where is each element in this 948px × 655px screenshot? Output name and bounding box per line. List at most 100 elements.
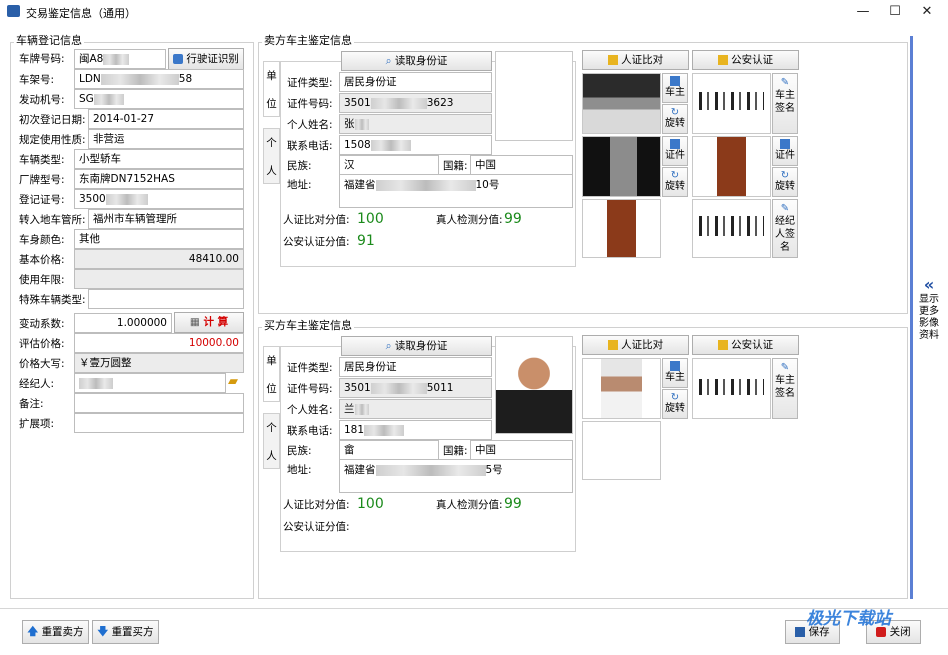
buyer-nation-input[interactable]: 畲 [339, 440, 439, 460]
seller-name-label: 个人姓名: [287, 119, 333, 131]
transfer-input[interactable]: 福州市车辆管理所 [88, 209, 244, 229]
buyer-read-id-button[interactable]: ⌕ 读取身份证 [341, 336, 492, 356]
coef-input[interactable]: 1.000000 [74, 313, 172, 333]
buyer-compare-button[interactable]: 人证比对 [582, 335, 689, 355]
engine-input[interactable]: SG [74, 89, 244, 109]
seller-country-input[interactable]: 中国 [470, 155, 573, 175]
seller-phone-label: 联系电话: [287, 140, 333, 152]
ocr-license-button[interactable]: 行驶证识别 [168, 48, 244, 70]
buyer-owner-button[interactable]: 车主 [662, 358, 688, 388]
seller-police-button[interactable]: 公安认证 [692, 50, 799, 70]
seller-name-value: 张 [339, 114, 492, 134]
seller-section-title: 卖方车主鉴定信息 [262, 34, 354, 47]
buyer-liveness-score: 99 [504, 496, 522, 512]
first-reg-label: 初次登记日期: [19, 114, 86, 126]
buyer-match-label: 人证比对分值: [283, 499, 350, 511]
buyer-match-score: 100 [357, 496, 384, 512]
app-icon [7, 5, 20, 17]
seller-owner-button[interactable]: 车主 [662, 73, 688, 103]
save-icon [795, 627, 806, 637]
buyer-tab-person[interactable]: 个人 [263, 413, 280, 469]
seller-address-input[interactable]: 福建省 10号 [339, 174, 573, 208]
reset-seller-button[interactable]: 🡅 重置卖方 [22, 620, 89, 644]
pen-icon: ✎ [780, 77, 790, 88]
color-label: 车身颜色: [19, 234, 65, 246]
price-upper-value: ￥壹万圆整 [74, 353, 244, 373]
seller-id-card-photo[interactable] [582, 136, 661, 197]
buyer-rotate-button[interactable]: ↻ 旋转 [662, 389, 688, 419]
seller-rotate-button-3[interactable]: ↻ 旋转 [772, 167, 798, 197]
plate-input[interactable]: 闽A8 [74, 49, 166, 69]
seller-tab-company[interactable]: 单位 [263, 61, 280, 117]
seller-owner-sign-button[interactable]: ✎ 车主签名 [772, 73, 798, 134]
price-upper-label: 价格大写: [19, 358, 65, 370]
buyer-address-label: 地址: [287, 464, 312, 476]
owner-icon [670, 361, 680, 371]
seller-match-label: 人证比对分值: [283, 214, 350, 226]
seller-rotate-button-1[interactable]: ↻ 旋转 [662, 104, 688, 134]
reset-buyer-button[interactable]: 🡇 重置买方 [92, 620, 159, 644]
cert-input[interactable]: 3500 [74, 189, 244, 209]
engine-label: 发动机号: [19, 94, 65, 106]
buyer-empty-photo[interactable] [582, 421, 661, 480]
buyer-country-input[interactable]: 中国 [470, 440, 573, 460]
seller-id-no-label: 证件号码: [287, 98, 333, 110]
seller-tab-person[interactable]: 个人 [263, 128, 280, 184]
vehicle-type-input[interactable]: 小型轿车 [74, 149, 244, 169]
maximize-button[interactable]: ☐ [880, 2, 910, 22]
ext-input[interactable] [74, 413, 244, 433]
folder-icon[interactable]: ▰ [228, 374, 244, 390]
buyer-police-button[interactable]: 公安认证 [692, 335, 799, 355]
seller-nation-input[interactable]: 汉 [339, 155, 439, 175]
buyer-id-type-input[interactable]: 居民身份证 [339, 357, 492, 377]
close-window-button[interactable]: ✕ [912, 2, 942, 22]
buyer-address-input[interactable]: 福建省 5号 [339, 459, 573, 493]
seller-owner-photo[interactable] [582, 73, 661, 134]
seller-read-id-button[interactable]: ⌕ 读取身份证 [341, 51, 492, 71]
calc-button[interactable]: ▦ 计 算 [174, 312, 244, 333]
usage-input[interactable]: 非营运 [88, 129, 244, 149]
seller-broker-signature[interactable] [692, 199, 771, 258]
buyer-owner-signature[interactable] [692, 358, 771, 419]
buyer-owner-sign-button[interactable]: ✎ 车主签名 [772, 358, 798, 419]
minimize-button[interactable]: — [848, 2, 878, 22]
seller-match-score: 100 [357, 211, 384, 227]
seller-cert-button-2[interactable]: 证件 [772, 136, 798, 166]
double-chevron-left-icon: « [923, 275, 935, 294]
seller-phone-input[interactable]: 1508 [339, 135, 492, 155]
seller-liveness-score: 99 [504, 211, 522, 227]
seller-id-type-input[interactable]: 居民身份证 [339, 72, 492, 92]
base-price-label: 基本价格: [19, 254, 65, 266]
buyer-id-type-label: 证件类型: [287, 362, 333, 374]
seller-owner-signature[interactable] [692, 73, 771, 134]
shield-icon [717, 55, 728, 65]
buyer-section-title: 买方车主鉴定信息 [262, 319, 354, 332]
seller-car-photo-2[interactable] [582, 199, 661, 258]
note-input[interactable] [74, 393, 244, 413]
seller-police-score: 91 [357, 233, 375, 249]
show-more-images-button[interactable]: « 显示更多影像资料 [914, 275, 944, 358]
rotate-icon: ↻ [780, 170, 790, 181]
model-input[interactable]: 东南牌DN7152HAS [74, 169, 244, 189]
compare-icon [607, 55, 618, 65]
broker-input[interactable] [74, 373, 226, 393]
usage-label: 规定使用性质: [19, 134, 86, 146]
magnifier-icon: ⌕ [385, 55, 392, 67]
seller-rotate-button-2[interactable]: ↻ 旋转 [662, 167, 688, 197]
seller-compare-button[interactable]: 人证比对 [582, 50, 689, 70]
first-reg-input[interactable]: 2014-01-27 [88, 109, 244, 129]
seller-cert-button-1[interactable]: 证件 [662, 136, 688, 166]
seller-nation-label: 民族: [287, 160, 312, 172]
seller-car-photo-1[interactable] [692, 136, 771, 197]
window-title: 交易鉴定信息（通用） [26, 7, 136, 20]
buyer-police-label: 公安认证分值: [283, 521, 350, 533]
buyer-owner-photo[interactable] [582, 358, 661, 419]
eval-price-label: 评估价格: [19, 338, 65, 350]
seller-broker-sign-button[interactable]: ✎ 经纪人签名 [772, 199, 798, 258]
special-type-input[interactable] [88, 289, 244, 309]
color-input[interactable]: 其他 [74, 229, 244, 249]
buyer-phone-input[interactable]: 181 [339, 420, 492, 440]
vin-input[interactable]: LDN 58 [74, 69, 244, 89]
eval-price-input[interactable]: 10000.00 [74, 333, 244, 353]
buyer-tab-company[interactable]: 单位 [263, 346, 280, 402]
